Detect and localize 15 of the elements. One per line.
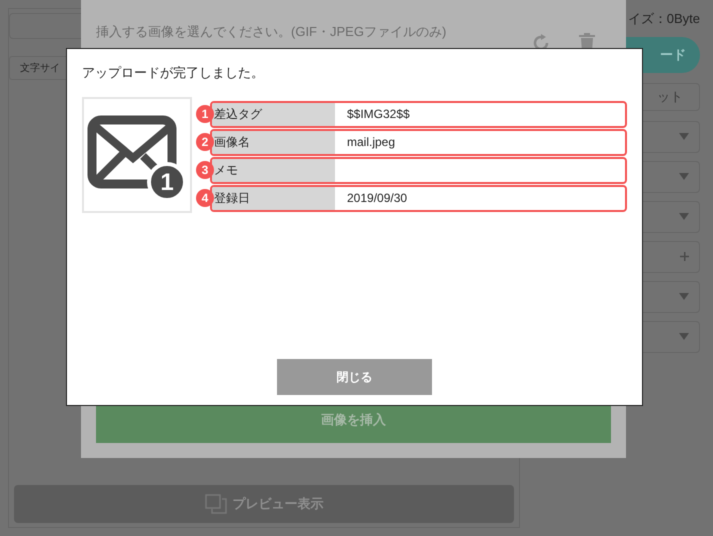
instruction-text: 挿入する画像を選んでください。(GIF・JPEGファイルのみ) xyxy=(96,23,446,41)
upload-message: アップロードが完了しました。 xyxy=(82,64,265,82)
field-label: 差込タグ xyxy=(212,102,335,126)
field-label: メモ xyxy=(212,158,335,182)
number-badge: 4 xyxy=(196,189,214,207)
field-label: 登録日 xyxy=(212,186,335,210)
file-size-label: イズ：0Byte xyxy=(628,10,700,28)
field-value: 2019/09/30 xyxy=(346,190,408,207)
field-value: mail.jpeg xyxy=(346,134,396,151)
number-badge: 3 xyxy=(196,161,214,179)
close-button[interactable]: 閉じる xyxy=(277,359,432,395)
field-label: 画像名 xyxy=(212,130,335,154)
number-badge: 2 xyxy=(196,133,214,151)
number-badge: 1 xyxy=(196,105,214,123)
field-value: $$IMG32$$ xyxy=(346,106,410,123)
